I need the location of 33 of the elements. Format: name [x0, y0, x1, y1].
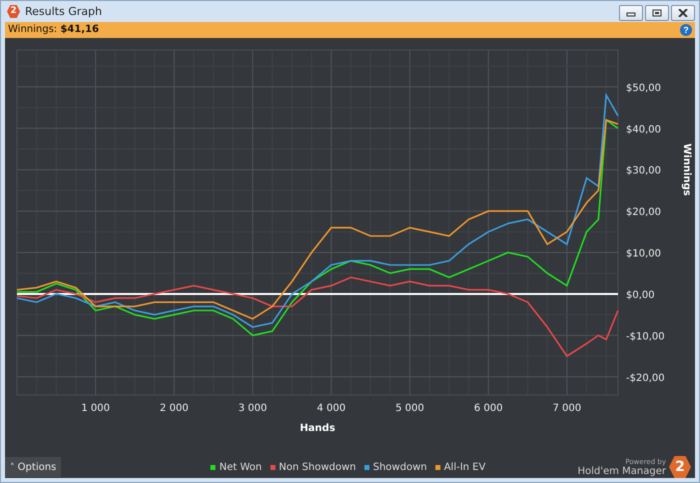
x-tick-label: 2 000 [160, 403, 188, 414]
close-button[interactable] [671, 5, 695, 22]
x-tick-label: 5 000 [396, 403, 424, 414]
legend-label: All-In EV [444, 462, 486, 472]
y-tick-label: -$20,00 [626, 372, 665, 384]
x-tick-label: 4 000 [316, 403, 346, 414]
legend-label: Non Showdown [278, 462, 356, 472]
y-tick-label: -$10,00 [626, 331, 665, 342]
minimize-button[interactable] [619, 5, 643, 22]
winnings-summary: Winnings: $41,16 [8, 24, 99, 36]
options-button[interactable]: ˄ Options [5, 457, 62, 477]
y-tick-label: $30,00 [626, 166, 661, 177]
y-tick-label: $20,00 [626, 207, 661, 218]
x-tick-label: 7 000 [552, 403, 582, 414]
maximize-button[interactable] [645, 5, 669, 22]
legend-label: Showdown [373, 462, 427, 472]
x-tick-label: 1 000 [81, 403, 110, 414]
x-tick-label: 3 000 [238, 403, 267, 414]
brand-name: Hold'em Manager [578, 466, 666, 476]
x-axis-title: Hands [300, 423, 336, 434]
close-icon [678, 9, 688, 18]
y-tick-label: $50,00 [626, 82, 661, 94]
y-axis-title: Winnings [681, 144, 692, 196]
window-title: Results Graph [25, 4, 103, 18]
app-logo: 2 [7, 4, 20, 18]
x-tick-label: 6 000 [474, 403, 503, 414]
y-tick-label: $0,00 [626, 290, 655, 301]
help-button[interactable]: ? [680, 24, 692, 36]
y-tick-label: $10,00 [626, 248, 661, 260]
y-tick-label: $40,00 [626, 124, 661, 136]
maximize-icon [652, 9, 662, 18]
legend-label: Net Won [219, 462, 262, 472]
brand-logo: 2 [669, 456, 691, 478]
